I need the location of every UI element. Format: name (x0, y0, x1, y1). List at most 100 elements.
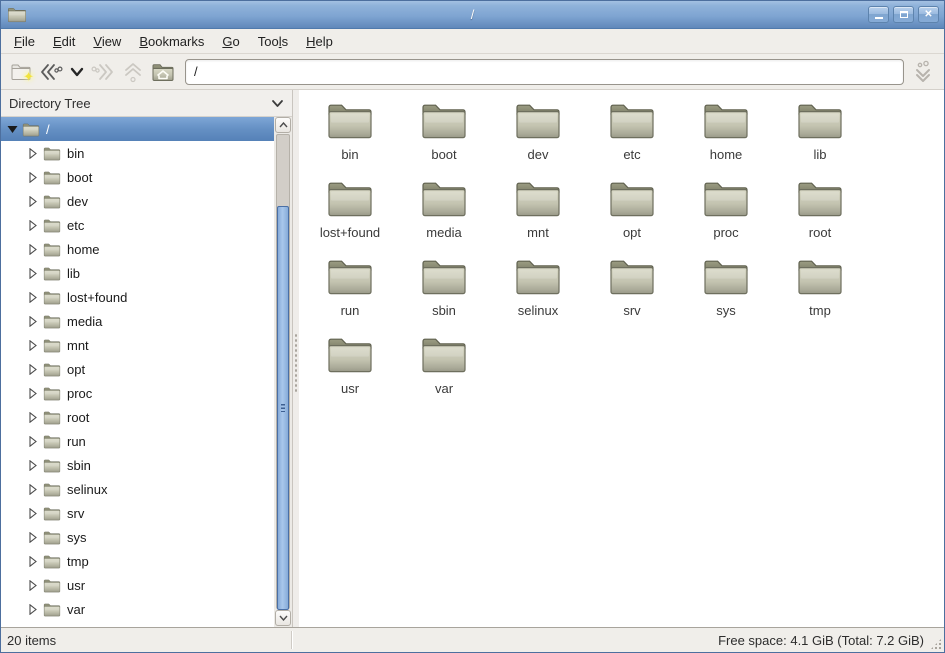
minimize-button[interactable] (868, 6, 889, 23)
tree-item-home[interactable]: home (1, 237, 274, 261)
up-button[interactable] (119, 58, 147, 86)
tree-item-sbin[interactable]: sbin (1, 453, 274, 477)
tree-item-lost+found[interactable]: lost+found (1, 285, 274, 309)
folder-tmp[interactable]: tmp (773, 256, 867, 334)
expander-closed-icon[interactable] (27, 243, 39, 255)
tree-item-opt[interactable]: opt (1, 357, 274, 381)
expander-closed-icon[interactable] (27, 291, 39, 303)
tree-item-dev[interactable]: dev (1, 189, 274, 213)
back-history-dropdown[interactable] (67, 58, 87, 86)
folder-home[interactable]: home (679, 100, 773, 178)
folder-proc[interactable]: proc (679, 178, 773, 256)
scrollbar-trough[interactable] (276, 134, 290, 609)
folder-srv[interactable]: srv (585, 256, 679, 334)
tree-item-label: srv (67, 506, 84, 521)
folder-icon (43, 170, 61, 185)
expander-closed-icon[interactable] (27, 195, 39, 207)
expander-closed-icon[interactable] (27, 603, 39, 615)
expander-closed-icon[interactable] (27, 147, 39, 159)
forward-button[interactable] (89, 58, 117, 86)
statusbar: 20 items Free space: 4.1 GiB (Total: 7.2… (1, 627, 944, 652)
expander-closed-icon[interactable] (27, 363, 39, 375)
folder-run[interactable]: run (303, 256, 397, 334)
expander-closed-icon[interactable] (27, 387, 39, 399)
close-button[interactable]: ✕ (918, 6, 939, 23)
menu-tools[interactable]: Tools (249, 31, 297, 52)
expander-closed-icon[interactable] (27, 171, 39, 183)
expander-closed-icon[interactable] (27, 411, 39, 423)
tree-item-root[interactable]: / (1, 117, 274, 141)
tree-item-root[interactable]: root (1, 405, 274, 429)
tree-item-var[interactable]: var (1, 597, 274, 621)
expander-closed-icon[interactable] (27, 339, 39, 351)
scroll-up-button[interactable] (275, 117, 291, 133)
expander-closed-icon[interactable] (27, 555, 39, 567)
back-button[interactable] (37, 58, 65, 86)
tree-item-run[interactable]: run (1, 429, 274, 453)
folder-mnt[interactable]: mnt (491, 178, 585, 256)
tree-item-usr[interactable]: usr (1, 573, 274, 597)
folder-icon (43, 338, 61, 353)
folder-icon (420, 256, 468, 296)
folder-icon (43, 266, 61, 281)
folder-bin[interactable]: bin (303, 100, 397, 178)
folder-lost+found[interactable]: lost+found (303, 178, 397, 256)
folder-etc[interactable]: etc (585, 100, 679, 178)
folder-icon (43, 386, 61, 401)
path-input[interactable] (185, 59, 904, 85)
expander-closed-icon[interactable] (27, 267, 39, 279)
tree-item-bin[interactable]: bin (1, 141, 274, 165)
new-tab-star-icon: ✦ (23, 69, 34, 85)
scroll-down-button[interactable] (275, 610, 291, 626)
tree-scrollbar[interactable] (274, 117, 292, 627)
scrollbar-thumb[interactable] (277, 206, 289, 610)
tree-item-tmp[interactable]: tmp (1, 549, 274, 573)
expander-open-icon[interactable] (6, 123, 18, 135)
folder-label: mnt (527, 225, 549, 240)
home-button[interactable] (149, 58, 177, 86)
jump-to-button[interactable] (910, 58, 938, 86)
folder-usr[interactable]: usr (303, 334, 397, 412)
side-pane-mode-selector[interactable]: Directory Tree (1, 90, 292, 117)
folder-media[interactable]: media (397, 178, 491, 256)
folder-dev[interactable]: dev (491, 100, 585, 178)
folder-sbin[interactable]: sbin (397, 256, 491, 334)
tree-item-media[interactable]: media (1, 309, 274, 333)
expander-closed-icon[interactable] (27, 459, 39, 471)
folder-icon (796, 100, 844, 140)
expander-closed-icon[interactable] (27, 483, 39, 495)
tree-item-selinux[interactable]: selinux (1, 477, 274, 501)
expander-closed-icon[interactable] (27, 435, 39, 447)
expander-closed-icon[interactable] (27, 507, 39, 519)
folder-opt[interactable]: opt (585, 178, 679, 256)
expander-closed-icon[interactable] (27, 219, 39, 231)
menu-bookmarks[interactable]: Bookmarks (130, 31, 213, 52)
maximize-button[interactable] (893, 6, 914, 23)
menu-go[interactable]: Go (213, 31, 248, 52)
expander-closed-icon[interactable] (27, 531, 39, 543)
folder-lib[interactable]: lib (773, 100, 867, 178)
menu-help[interactable]: Help (297, 31, 342, 52)
tree-item-boot[interactable]: boot (1, 165, 274, 189)
tree-item-lib[interactable]: lib (1, 261, 274, 285)
menu-file[interactable]: File (5, 31, 44, 52)
tree-item-sys[interactable]: sys (1, 525, 274, 549)
maximize-icon (900, 11, 908, 18)
folder-root[interactable]: root (773, 178, 867, 256)
tree-item-proc[interactable]: proc (1, 381, 274, 405)
folder-icon (608, 256, 656, 296)
folder-var[interactable]: var (397, 334, 491, 412)
new-tab-button[interactable]: ✦ (7, 58, 35, 86)
tree-item-etc[interactable]: etc (1, 213, 274, 237)
menu-edit[interactable]: Edit (44, 31, 84, 52)
folder-boot[interactable]: boot (397, 100, 491, 178)
tree-item-label: proc (67, 386, 92, 401)
scrollbar-grip-icon (281, 404, 285, 412)
expander-closed-icon[interactable] (27, 579, 39, 591)
folder-sys[interactable]: sys (679, 256, 773, 334)
menu-view[interactable]: View (84, 31, 130, 52)
tree-item-mnt[interactable]: mnt (1, 333, 274, 357)
tree-item-srv[interactable]: srv (1, 501, 274, 525)
expander-closed-icon[interactable] (27, 315, 39, 327)
folder-selinux[interactable]: selinux (491, 256, 585, 334)
